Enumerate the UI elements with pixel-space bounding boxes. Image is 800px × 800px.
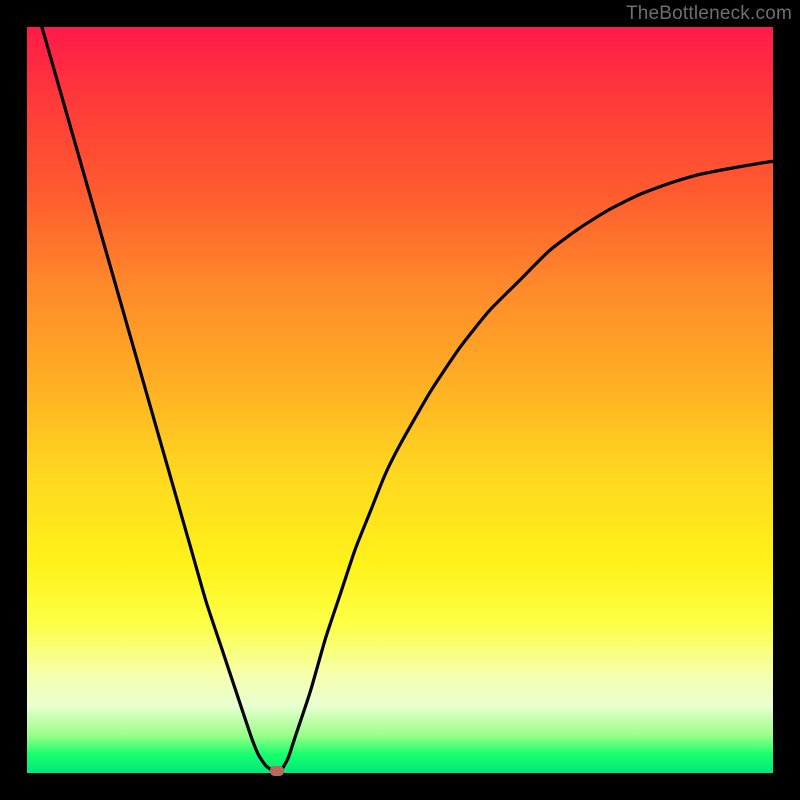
chart-frame: TheBottleneck.com xyxy=(0,0,800,800)
plot-area xyxy=(27,27,773,773)
bottleneck-curve xyxy=(27,27,773,773)
watermark-text: TheBottleneck.com xyxy=(626,3,792,25)
minimum-marker xyxy=(270,766,284,776)
